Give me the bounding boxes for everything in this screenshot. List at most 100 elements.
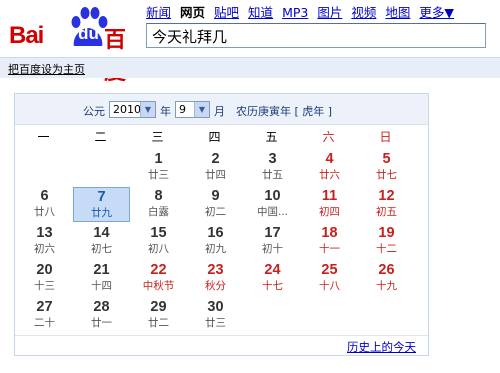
lunar-year-label: 农历庚寅年 [ 虎年 ]	[236, 105, 333, 118]
calendar-day-cell[interactable]: 1 廿三	[130, 150, 187, 185]
lunar-date: 十九	[376, 280, 397, 292]
lunar-date: 中秋节	[142, 280, 175, 292]
nav-web[interactable]: 网页	[180, 5, 205, 20]
lunar-date: 十二	[376, 243, 397, 255]
day-number: 16	[207, 225, 224, 241]
lunar-date: 廿七	[376, 169, 397, 181]
day-number: 6	[40, 188, 49, 204]
day-number: 24	[264, 262, 281, 278]
nav-mp3[interactable]: MP3	[282, 5, 308, 20]
calendar-day-cell[interactable]: 4 廿六	[301, 150, 358, 185]
lunar-date: 初六	[34, 243, 55, 255]
lunar-date: 二十	[34, 317, 55, 329]
calendar-day-cell[interactable]: 23 秋分	[187, 261, 244, 296]
calendar-day-cell[interactable]: 11 初四	[301, 187, 358, 222]
calendar-day-cell[interactable]: 5 廿七	[358, 150, 415, 185]
month-select[interactable]: 9 ▼	[175, 101, 210, 118]
calendar-day-cell[interactable]: 28 廿一	[73, 298, 130, 333]
day-number: 4	[325, 151, 334, 167]
day-number: 1	[154, 151, 163, 167]
calendar-day-cell[interactable]: 15 初八	[130, 224, 187, 259]
set-homepage-link[interactable]: 把百度设为主页	[8, 61, 85, 77]
homepage-bar: 把百度设为主页	[0, 57, 500, 78]
weekday-label: 三	[151, 130, 164, 144]
calendar-day-cell[interactable]: 24 十七	[244, 261, 301, 296]
calendar-day-cell[interactable]: 26 十九	[358, 261, 415, 296]
chevron-down-icon: ▼	[140, 102, 155, 117]
day-number: 20	[36, 262, 53, 278]
weekday-label: 二	[94, 130, 107, 144]
nav-news[interactable]: 新闻	[146, 5, 171, 20]
calendar-day-cell[interactable]: 20 十三	[16, 261, 73, 296]
day-number: 18	[321, 225, 338, 241]
calendar-day-cell[interactable]: 9 初二	[187, 187, 244, 222]
year-select-value: 2010	[113, 103, 141, 116]
month-select-value: 9	[179, 103, 186, 116]
day-number: 3	[268, 151, 277, 167]
lunar-date: 十八	[319, 280, 340, 292]
calendar-header: 公元 2010 ▼ 年 9 ▼ 月 农历庚寅年 [ 虎年 ]	[15, 94, 428, 125]
day-number: 5	[382, 151, 391, 167]
lunar-date: 秋分	[205, 280, 226, 292]
calendar-day-cell[interactable]: 17 初十	[244, 224, 301, 259]
lunar-date: 十三	[34, 280, 55, 292]
year-select[interactable]: 2010 ▼	[109, 101, 156, 118]
lunar-date: 廿四	[205, 169, 226, 181]
nav-map[interactable]: 地图	[385, 5, 410, 20]
day-number: 9	[211, 188, 220, 204]
calendar-day-cell[interactable]: 13 初六	[16, 224, 73, 259]
lunar-date: 初八	[148, 243, 169, 255]
calendar-day-cell[interactable]: 14 初七	[73, 224, 130, 259]
lunar-date: 初四	[319, 206, 340, 218]
lunar-date: 白露	[148, 206, 169, 218]
lunar-date: 廿三	[205, 317, 226, 329]
lunar-date: 十一	[319, 243, 340, 255]
calendar-day-cell[interactable]: 6 廿八	[16, 187, 73, 222]
day-number: 25	[321, 262, 338, 278]
day-number: 17	[264, 225, 281, 241]
day-number: 15	[150, 225, 167, 241]
nav-video[interactable]: 视频	[351, 5, 376, 20]
nav-zhidao[interactable]: 知道	[248, 5, 273, 20]
day-number: 27	[36, 299, 53, 315]
day-number: 13	[36, 225, 53, 241]
lunar-date: 廿五	[262, 169, 283, 181]
calendar-day-cell[interactable]: 27 二十	[16, 298, 73, 333]
calendar-day-cell[interactable]: 30 廿三	[187, 298, 244, 333]
calendar-day-cell[interactable]: 10 中国...	[244, 187, 301, 222]
calendar-day-cell[interactable]: 7 廿九	[73, 187, 130, 222]
lunar-date: 初二	[205, 206, 226, 218]
calendar-day-cell[interactable]: 3 廿五	[244, 150, 301, 185]
lunar-date: 廿一	[91, 317, 112, 329]
nav-more-dropdown[interactable]: 更多▼	[419, 5, 454, 20]
chevron-down-icon: ▼	[194, 102, 209, 117]
baidu-logo[interactable]: Bai du 百度	[9, 6, 137, 84]
logo-text-bai: Bai	[9, 22, 44, 49]
calendar-day-cell[interactable]: 8 白露	[130, 187, 187, 222]
calendar-day-cell[interactable]: 21 十四	[73, 261, 130, 296]
calendar-day-cell[interactable]: 2 廿四	[187, 150, 244, 185]
search-input[interactable]: 今天礼拜几	[146, 23, 486, 48]
day-number: 12	[378, 188, 395, 204]
calendar-day-cell[interactable]: 12 初五	[358, 187, 415, 222]
nav-images[interactable]: 图片	[317, 5, 342, 20]
lunar-date: 十四	[91, 280, 112, 292]
day-number: 22	[150, 262, 167, 278]
lunar-date: 廿二	[148, 317, 169, 329]
weekday-label: 六	[322, 130, 335, 144]
nav-tieba[interactable]: 贴吧	[214, 5, 239, 20]
day-number: 19	[378, 225, 395, 241]
calendar-day-cell[interactable]: 16 初九	[187, 224, 244, 259]
calendar-day-cell[interactable]: 22 中秋节	[130, 261, 187, 296]
day-number: 2	[211, 151, 220, 167]
calendar-day-cell[interactable]: 19 十二	[358, 224, 415, 259]
search-category-nav: 新闻 网页 贴吧 知道 MP3 图片 视频 地图 更多▼	[146, 2, 454, 21]
day-number: 29	[150, 299, 167, 315]
day-number: 11	[321, 188, 338, 204]
calendar-day-cell[interactable]: 25 十八	[301, 261, 358, 296]
calendar-day-cell[interactable]: 29 廿二	[130, 298, 187, 333]
day-number: 23	[207, 262, 224, 278]
calendar-day-cell[interactable]: 18 十一	[301, 224, 358, 259]
day-number: 30	[207, 299, 224, 315]
history-today-link[interactable]: 历史上的今天	[347, 339, 416, 355]
